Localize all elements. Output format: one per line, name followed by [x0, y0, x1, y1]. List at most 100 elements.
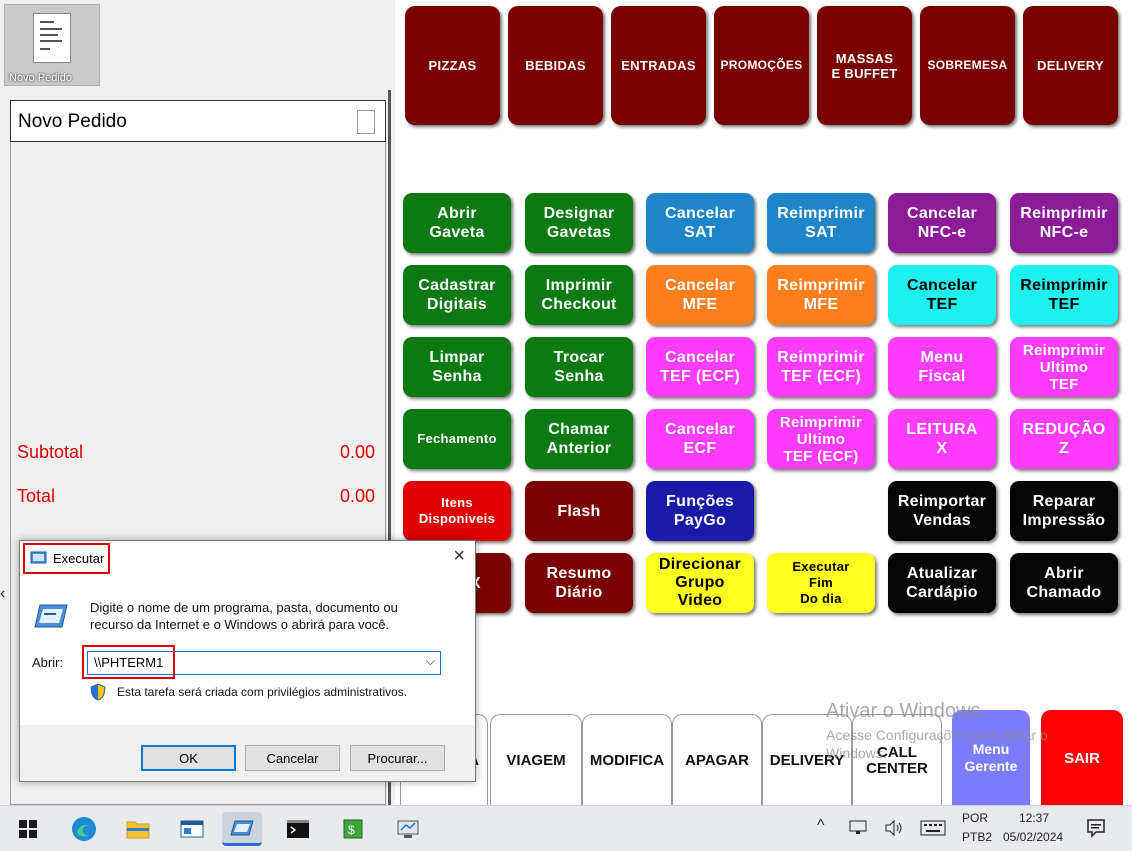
open-label: Abrir: [32, 655, 64, 670]
category-massas-buffet[interactable]: MASSAS E BUFFET [817, 6, 912, 125]
cancelar-ecf-button[interactable]: Cancelar ECF [646, 409, 754, 469]
menu-fiscal-button[interactable]: Menu Fiscal [888, 337, 996, 397]
keyboard-icon[interactable] [920, 820, 946, 836]
clock-date[interactable]: 05/02/2024 [1003, 830, 1063, 844]
reimportar-vendas-button[interactable]: Reimportar Vendas [888, 481, 996, 541]
cancelar-mfe-button[interactable]: Cancelar MFE [646, 265, 754, 325]
collapse-arrow-icon[interactable]: ‹ [0, 585, 8, 605]
itens-disponiveis-button[interactable]: Itens Disponiveis [403, 481, 511, 541]
reducao-z-button[interactable]: REDUÇÃO Z [1010, 409, 1118, 469]
title-highlight [23, 543, 110, 574]
resumo-diario-button[interactable]: Resumo Diário [525, 553, 633, 613]
admin-note: Esta tarefa será criada com privilégios … [117, 685, 408, 699]
category-promocoes[interactable]: PROMOÇÕES [714, 6, 809, 125]
abrir-gaveta-button[interactable]: Abrir Gaveta [403, 193, 511, 253]
category-bebidas[interactable]: BEBIDAS [508, 6, 603, 125]
reparar-impressao-button[interactable]: Reparar Impressão [1010, 481, 1118, 541]
windows-icon [19, 820, 37, 838]
clock-time[interactable]: 12:37 [1019, 811, 1049, 825]
direcionar-grupo-video-button[interactable]: Direcionar Grupo Video [646, 553, 754, 613]
category-pizzas[interactable]: PIZZAS [405, 6, 500, 125]
new-order-thumbnail[interactable]: Novo Pedido [4, 4, 100, 86]
cancelar-tef-ecf-button[interactable]: Cancelar TEF (ECF) [646, 337, 754, 397]
run-dialog: Executar × Digite o nome de um programa,… [19, 540, 476, 782]
activation-watermark-line: Acesse Configurações para ativar o [826, 727, 1048, 743]
taskbar-terminal[interactable] [278, 812, 318, 846]
notification-icon[interactable] [1086, 818, 1106, 838]
shield-icon [90, 683, 106, 701]
category-delivery[interactable]: DELIVERY [1023, 6, 1118, 125]
ok-button[interactable]: OK [141, 745, 236, 771]
monitor-icon [397, 820, 419, 838]
atualizar-cardapio-button[interactable]: Atualizar Cardápio [888, 553, 996, 613]
reimprimir-sat-button[interactable]: Reimprimir SAT [767, 193, 875, 253]
leitura-x-button[interactable]: LEITURA X [888, 409, 996, 469]
reimprimir-tef-button[interactable]: Reimprimir TEF [1010, 265, 1118, 325]
taskbar-edge[interactable] [64, 812, 104, 846]
cancelar-tef-button[interactable]: Cancelar TEF [888, 265, 996, 325]
order-title: Novo Pedido [18, 111, 127, 132]
category-sobremesa[interactable]: SOBREMESA [920, 6, 1015, 125]
imprimir-checkout-button[interactable]: Imprimir Checkout [525, 265, 633, 325]
cancelar-nfce-button[interactable]: Cancelar NFC-e [888, 193, 996, 253]
language-indicator[interactable]: POR [962, 811, 988, 825]
pos-app-icon: $ [343, 819, 363, 839]
taskbar-run[interactable] [222, 812, 262, 846]
start-button[interactable] [8, 812, 48, 846]
category-entradas[interactable]: ENTRADAS [611, 6, 706, 125]
folder-icon [126, 821, 150, 839]
taskbar-pos-app[interactable]: $ [334, 812, 374, 846]
input-highlight [82, 645, 175, 679]
taskbar-app[interactable] [172, 812, 212, 846]
chevron-down-icon[interactable]: ⌵ [426, 654, 435, 669]
svg-text:$: $ [348, 823, 355, 837]
sair-button[interactable]: SAIR [1041, 710, 1123, 806]
funcoes-paygo-button[interactable]: Funções PayGo [646, 481, 754, 541]
browse-button[interactable]: Procurar... [350, 745, 445, 771]
terminal-icon [287, 820, 309, 838]
close-icon[interactable]: × [453, 545, 465, 568]
cancelar-sat-button[interactable]: Cancelar SAT [646, 193, 754, 253]
reimprimir-nfce-button[interactable]: Reimprimir NFC-e [1010, 193, 1118, 253]
tab-apagar[interactable]: APAGAR [672, 714, 762, 807]
taskbar-explorer[interactable] [118, 812, 158, 846]
taskbar: $ ^ POR PTB2 12:37 05/02/2024 [0, 805, 1132, 851]
taskbar-other-app[interactable] [388, 812, 428, 846]
total-value: 0.00 [340, 486, 376, 506]
chevron-up-icon[interactable]: ^ [817, 817, 825, 835]
edge-icon [72, 817, 96, 841]
reimprimir-ultimo-tef-button[interactable]: Reimprimir Ultimo TEF [1010, 337, 1118, 397]
run-large-icon [34, 604, 68, 628]
trocar-senha-button[interactable]: Trocar Senha [525, 337, 633, 397]
menu-gerente-button[interactable]: Menu Gerente [952, 710, 1030, 806]
tab-viagem[interactable]: VIAGEM [490, 714, 582, 807]
subtotal-label: Subtotal [17, 442, 84, 462]
document-icon [33, 13, 71, 63]
limpar-senha-button[interactable]: Limpar Senha [403, 337, 511, 397]
flash-button[interactable]: Flash [525, 481, 633, 541]
reimprimir-mfe-button[interactable]: Reimprimir MFE [767, 265, 875, 325]
reimprimir-ultimo-tef-ecf-button[interactable]: Reimprimir Ultimo TEF (ECF) [767, 409, 875, 469]
order-title-bar: Novo Pedido [10, 100, 386, 142]
cancel-button[interactable]: Cancelar [245, 745, 340, 771]
thumbnail-caption: Novo Pedido [9, 72, 72, 84]
dialog-description: Digite o nome de um programa, pasta, doc… [90, 600, 398, 632]
chamar-anterior-button[interactable]: Chamar Anterior [525, 409, 633, 469]
total-label: Total [17, 486, 56, 506]
activation-watermark-line: Windows. [826, 745, 887, 761]
app-window-icon [180, 820, 204, 838]
keyboard-layout-indicator[interactable]: PTB2 [962, 830, 992, 844]
network-icon[interactable] [849, 820, 867, 836]
cadastrar-digitais-button[interactable]: Cadastrar Digitais [403, 265, 511, 325]
fechamento-button[interactable]: Fechamento [403, 409, 511, 469]
abrir-chamado-button[interactable]: Abrir Chamado [1010, 553, 1118, 613]
reimprimir-tef-ecf-button[interactable]: Reimprimir TEF (ECF) [767, 337, 875, 397]
designar-gavetas-button[interactable]: Designar Gavetas [525, 193, 633, 253]
subtotal-value: 0.00 [340, 442, 376, 462]
volume-icon[interactable] [884, 820, 904, 836]
activation-watermark-title: Ativar o Windows [826, 700, 981, 722]
document-icon [357, 110, 375, 134]
executar-fim-do-dia-button[interactable]: Executar Fim Do dia [767, 553, 875, 613]
run-icon [230, 820, 254, 835]
tab-modifica[interactable]: MODIFICA [582, 714, 672, 807]
